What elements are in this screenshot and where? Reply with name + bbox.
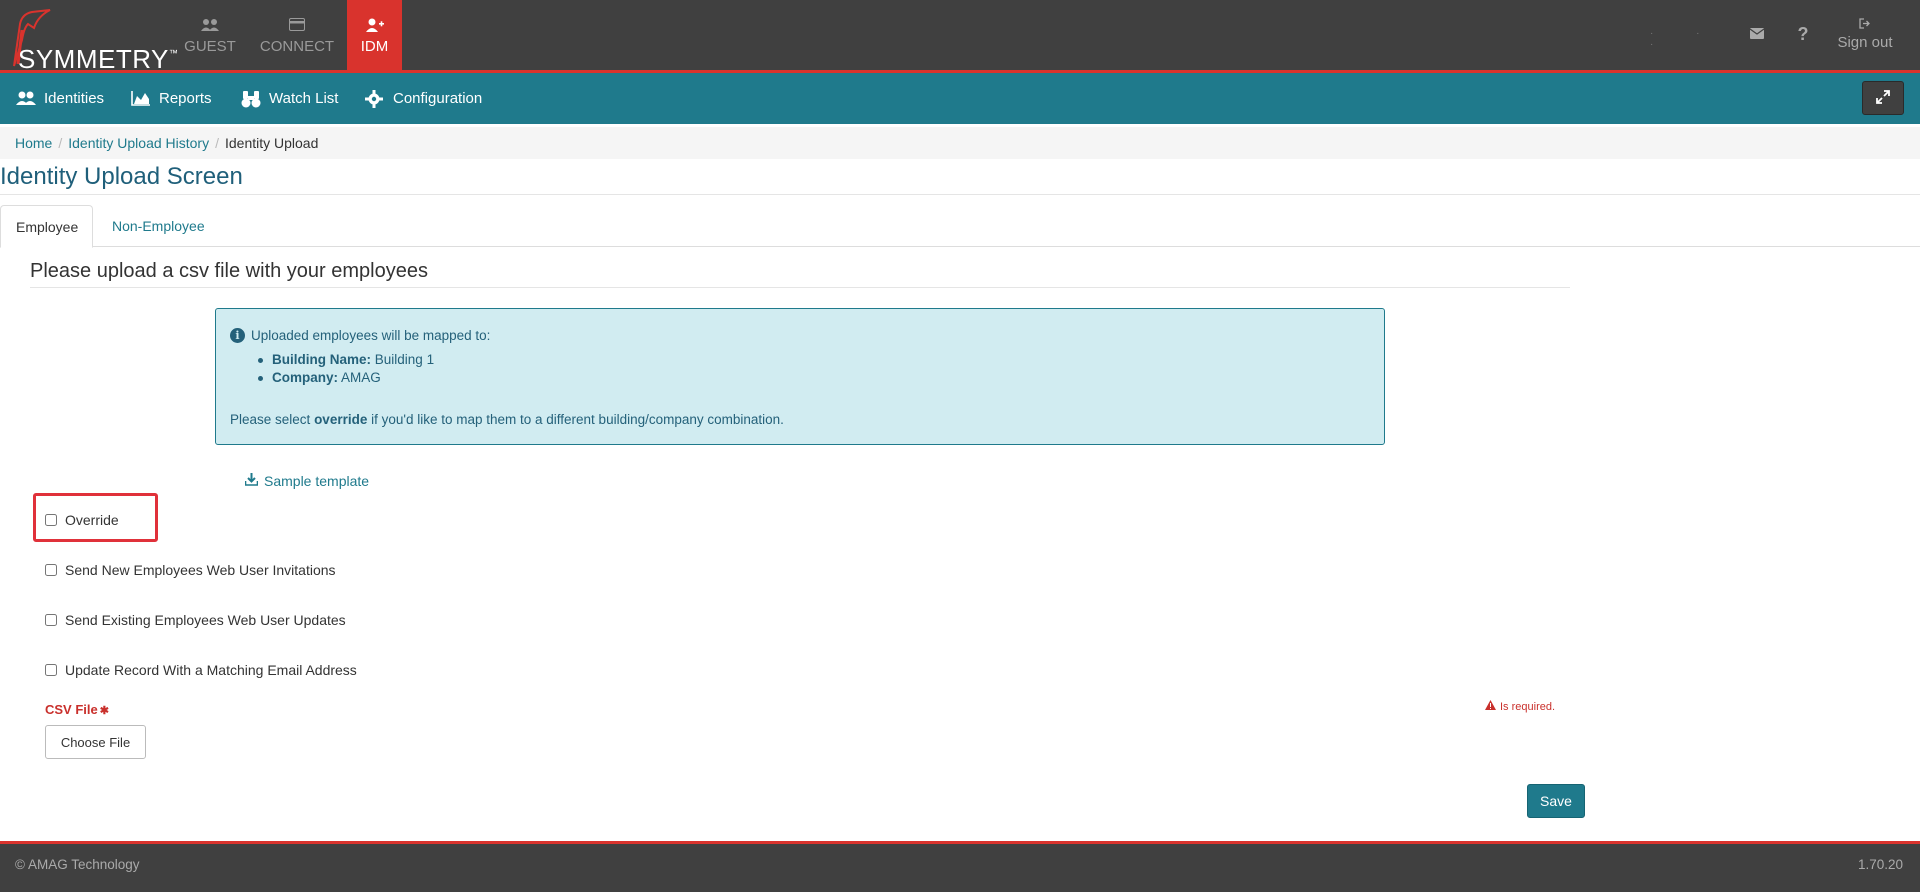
users-icon bbox=[175, 18, 245, 36]
send-new-invitations-checkbox[interactable] bbox=[45, 564, 57, 576]
user-plus-icon bbox=[347, 18, 402, 36]
warning-icon bbox=[1485, 700, 1496, 713]
send-existing-updates-checkbox[interactable] bbox=[45, 614, 57, 626]
csv-file-label: CSV File ✱ bbox=[45, 702, 109, 717]
mapping-list: Building Name: Building 1 Company: AMAG bbox=[256, 352, 434, 388]
tab-bar: Employee Non-Employee bbox=[0, 205, 1920, 248]
page-title: Identity Upload Screen bbox=[0, 163, 243, 190]
breadcrumb-current: Identity Upload bbox=[224, 135, 319, 151]
send-existing-updates-row[interactable]: Send Existing Employees Web User Updates bbox=[45, 612, 346, 628]
override-checkbox-row[interactable]: Override bbox=[45, 512, 119, 528]
fullscreen-button[interactable] bbox=[1862, 81, 1904, 115]
download-icon bbox=[244, 473, 259, 489]
section-title: Please upload a csv file with your emplo… bbox=[30, 260, 428, 282]
nav-watch-list[interactable]: Watch List bbox=[241, 73, 338, 124]
breadcrumb: Home / Identity Upload History / Identit… bbox=[0, 127, 1920, 159]
divider bbox=[0, 194, 1920, 195]
list-item: Building Name: Building 1 bbox=[256, 352, 434, 367]
update-matching-email-row[interactable]: Update Record With a Matching Email Addr… bbox=[45, 662, 357, 678]
version: 1.70.20 bbox=[1858, 857, 1904, 872]
gear-icon bbox=[365, 89, 385, 108]
breadcrumb-separator: / bbox=[58, 135, 63, 151]
footer: © AMAG Technology 1.70.20 bbox=[0, 841, 1920, 892]
info-intro: i Uploaded employees will be mapped to: bbox=[230, 328, 490, 343]
required-asterisk-icon: ✱ bbox=[99, 705, 109, 717]
copyright: © AMAG Technology bbox=[15, 857, 140, 872]
tab-employee[interactable]: Employee bbox=[0, 205, 93, 248]
symmetry-logo[interactable]: SYMMETRY™ bbox=[6, 6, 178, 74]
choose-file-button[interactable]: Choose File bbox=[45, 725, 146, 759]
required-message: Is required. bbox=[1485, 700, 1555, 713]
breadcrumb-home[interactable]: Home bbox=[15, 135, 52, 151]
save-button[interactable]: Save bbox=[1527, 784, 1585, 818]
nav-reports[interactable]: Reports bbox=[131, 73, 212, 124]
module-idm[interactable]: IDM bbox=[347, 0, 402, 72]
binoculars-icon bbox=[241, 90, 261, 108]
list-item: Company: AMAG bbox=[256, 370, 434, 385]
breadcrumb-upload-history[interactable]: Identity Upload History bbox=[68, 135, 209, 151]
logo-text: SYMMETRY™ bbox=[18, 44, 179, 74]
secondary-nav: Identities Reports Watch List Configurat… bbox=[0, 73, 1920, 124]
top-bar: SYMMETRY™ GUEST CONNECT IDM · · · ? Sign… bbox=[0, 0, 1920, 74]
card-icon bbox=[258, 18, 336, 36]
breadcrumb-separator: / bbox=[215, 135, 219, 151]
sign-out-icon bbox=[1835, 18, 1895, 34]
info-alert: i Uploaded employees will be mapped to: … bbox=[215, 308, 1385, 445]
divider bbox=[30, 287, 1570, 288]
users-icon bbox=[16, 90, 36, 108]
info-note: Please select override if you'd like to … bbox=[230, 412, 784, 427]
override-checkbox[interactable] bbox=[45, 514, 57, 526]
area-chart-icon bbox=[131, 90, 151, 108]
nav-configuration[interactable]: Configuration bbox=[365, 73, 482, 124]
sample-template-link[interactable]: Sample template bbox=[244, 473, 369, 489]
nav-identities[interactable]: Identities bbox=[16, 73, 104, 124]
send-new-invitations-row[interactable]: Send New Employees Web User Invitations bbox=[45, 562, 336, 578]
module-guest[interactable]: GUEST bbox=[175, 0, 245, 70]
module-connect[interactable]: CONNECT bbox=[258, 0, 336, 70]
update-matching-email-checkbox[interactable] bbox=[45, 664, 57, 676]
info-icon: i bbox=[230, 328, 245, 343]
expand-icon bbox=[1876, 89, 1890, 107]
tab-non-employee[interactable]: Non-Employee bbox=[97, 205, 220, 247]
